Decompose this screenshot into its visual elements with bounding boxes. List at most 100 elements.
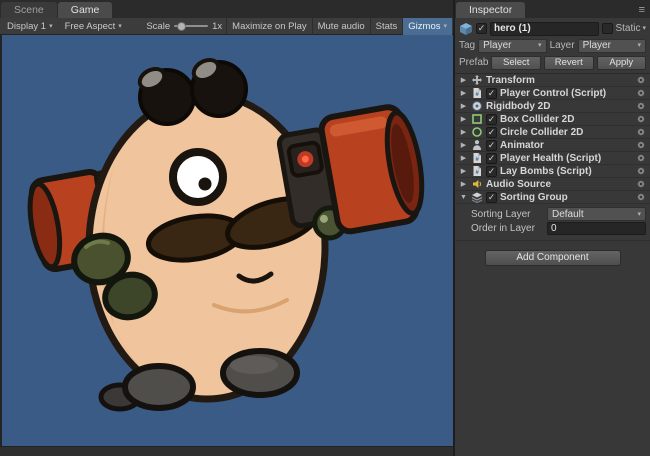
prefab-apply-button[interactable]: Apply [597, 56, 647, 70]
static-label: Static [615, 23, 640, 34]
gameobject-icon [459, 22, 473, 36]
foldout-arrow-icon[interactable]: ▶ [459, 181, 468, 188]
maximize-on-play-button[interactable]: Maximize on Play [226, 18, 311, 35]
component-header-lay-bombs[interactable]: ▶ ✓ Lay Bombs (Script) [455, 165, 650, 178]
inspector-body: ✓ Static ▾ Tag Player ▾ Layer [455, 18, 650, 456]
component-header-sorting-group[interactable]: ▼ ✓ Sorting Group [455, 191, 650, 204]
component-enabled-checkbox[interactable]: ✓ [486, 140, 497, 151]
gear-icon[interactable] [636, 140, 646, 150]
component-name: Transform [486, 75, 633, 86]
component-header-animator[interactable]: ▶ ✓ Animator [455, 139, 650, 152]
foldout-arrow-icon[interactable]: ▶ [459, 155, 468, 162]
panel-menu-icon[interactable]: ≡ [639, 2, 645, 18]
bazooka-front [276, 103, 430, 244]
foldout-arrow-icon[interactable]: ▶ [459, 129, 468, 136]
tab-scene-label: Scene [14, 4, 44, 16]
chevron-down-icon: ▾ [638, 42, 642, 49]
component-header-rigidbody2d[interactable]: ▶ Rigidbody 2D [455, 100, 650, 113]
rigidbody2d-icon [471, 100, 483, 112]
foldout-arrow-icon[interactable]: ▶ [459, 142, 468, 149]
gameobject-name-field[interactable] [490, 22, 599, 36]
component-enabled-checkbox[interactable]: ✓ [486, 153, 497, 164]
component-enabled-checkbox[interactable]: ✓ [486, 192, 497, 203]
component-name: Lay Bombs (Script) [500, 166, 633, 177]
checkmark-icon: ✓ [488, 128, 496, 137]
game-viewport[interactable] [0, 35, 453, 446]
tab-scene[interactable]: Scene [1, 2, 57, 18]
stats-button[interactable]: Stats [370, 18, 403, 35]
foldout-arrow-icon[interactable]: ▼ [459, 194, 468, 201]
foldout-arrow-icon[interactable]: ▶ [459, 168, 468, 175]
prefab-revert-button[interactable]: Revert [544, 56, 594, 70]
component-header-circle-collider2d[interactable]: ▶ ✓ Circle Collider 2D [455, 126, 650, 139]
tag-value: Player [483, 40, 536, 51]
tag-label: Tag [459, 40, 475, 51]
mute-audio-button[interactable]: Mute audio [312, 18, 370, 35]
foldout-arrow-icon[interactable]: ▶ [459, 90, 468, 97]
component-header-player-health[interactable]: ▶ ✓ Player Health (Script) [455, 152, 650, 165]
tag-dropdown[interactable]: Player ▾ [478, 39, 546, 53]
scale-label: Scale [146, 21, 170, 32]
static-checkbox[interactable] [602, 23, 613, 34]
chevron-down-icon: ▾ [118, 23, 122, 30]
tab-game-label: Game [71, 4, 100, 16]
display-dropdown[interactable]: Display 1 ▾ [1, 19, 59, 34]
box-collider2d-icon [471, 113, 483, 125]
active-checkbox[interactable]: ✓ [476, 23, 487, 34]
layer-dropdown[interactable]: Player ▾ [578, 39, 646, 53]
foldout-arrow-icon[interactable]: ▶ [459, 77, 468, 84]
sorting-group-properties: Sorting Layer Default ▾ Order in Layer [455, 204, 650, 241]
gear-icon[interactable] [636, 166, 646, 176]
gear-icon[interactable] [636, 88, 646, 98]
scale-control: Scale 1x [146, 21, 226, 32]
tab-game[interactable]: Game [58, 2, 113, 18]
component-header-player-control[interactable]: ▶ ✓ Player Control (Script) [455, 87, 650, 100]
tab-inspector[interactable]: Inspector [456, 2, 525, 18]
aspect-dropdown[interactable]: Free Aspect ▾ [59, 19, 128, 34]
component-enabled-checkbox[interactable]: ✓ [486, 114, 497, 125]
checkmark-icon: ✓ [488, 141, 496, 150]
sorting-layer-label: Sorting Layer [471, 209, 543, 220]
scale-slider[interactable] [174, 25, 208, 27]
component-header-box-collider2d[interactable]: ▶ ✓ Box Collider 2D [455, 113, 650, 126]
checkmark-icon: ✓ [488, 115, 496, 124]
gear-icon[interactable] [636, 75, 646, 85]
scale-slider-knob[interactable] [177, 22, 186, 31]
chevron-down-icon[interactable]: ▾ [642, 25, 646, 32]
chevron-down-icon: ▾ [443, 23, 447, 30]
gear-icon[interactable] [636, 179, 646, 189]
circle-collider2d-icon [471, 126, 483, 138]
component-name: Box Collider 2D [500, 114, 633, 125]
gizmos-button-label: Gizmos [408, 18, 440, 35]
order-in-layer-field[interactable] [547, 222, 646, 235]
gear-icon[interactable] [636, 101, 646, 111]
foldout-arrow-icon[interactable]: ▶ [459, 103, 468, 110]
inspector-tabbar: Inspector ≡ [455, 0, 650, 18]
game-panel-tabbar: Scene Game [0, 0, 453, 18]
gear-icon[interactable] [636, 192, 646, 202]
gameobject-header: ✓ Static ▾ Tag Player ▾ Layer [455, 18, 650, 74]
sorting-layer-dropdown[interactable]: Default ▾ [547, 207, 646, 221]
gear-icon[interactable] [636, 114, 646, 124]
component-name: Rigidbody 2D [486, 101, 633, 112]
component-header-transform[interactable]: ▶ Transform [455, 74, 650, 87]
static-toggle[interactable]: Static ▾ [602, 23, 646, 34]
component-enabled-checkbox[interactable]: ✓ [486, 127, 497, 138]
transform-icon [471, 74, 483, 86]
foldout-arrow-icon[interactable]: ▶ [459, 116, 468, 123]
gear-icon[interactable] [636, 153, 646, 163]
component-header-audio-source[interactable]: ▶ Audio Source [455, 178, 650, 191]
aspect-dropdown-label: Free Aspect [65, 21, 116, 32]
prefab-select-button[interactable]: Select [491, 56, 541, 70]
chevron-down-icon: ▾ [637, 211, 641, 218]
game-toolbar: Display 1 ▾ Free Aspect ▾ Scale 1x Maxim… [0, 18, 453, 35]
gizmos-button[interactable]: Gizmos ▾ [402, 18, 452, 35]
add-component-button[interactable]: Add Component [485, 250, 621, 266]
sorting-layer-value: Default [552, 209, 635, 220]
component-enabled-checkbox[interactable]: ✓ [486, 88, 497, 99]
gear-icon[interactable] [636, 127, 646, 137]
inspector-panel: Inspector ≡ ✓ Static ▾ Tag [453, 0, 650, 456]
checkmark-icon: ✓ [488, 154, 496, 163]
scale-value: 1x [212, 21, 222, 32]
component-enabled-checkbox[interactable]: ✓ [486, 166, 497, 177]
